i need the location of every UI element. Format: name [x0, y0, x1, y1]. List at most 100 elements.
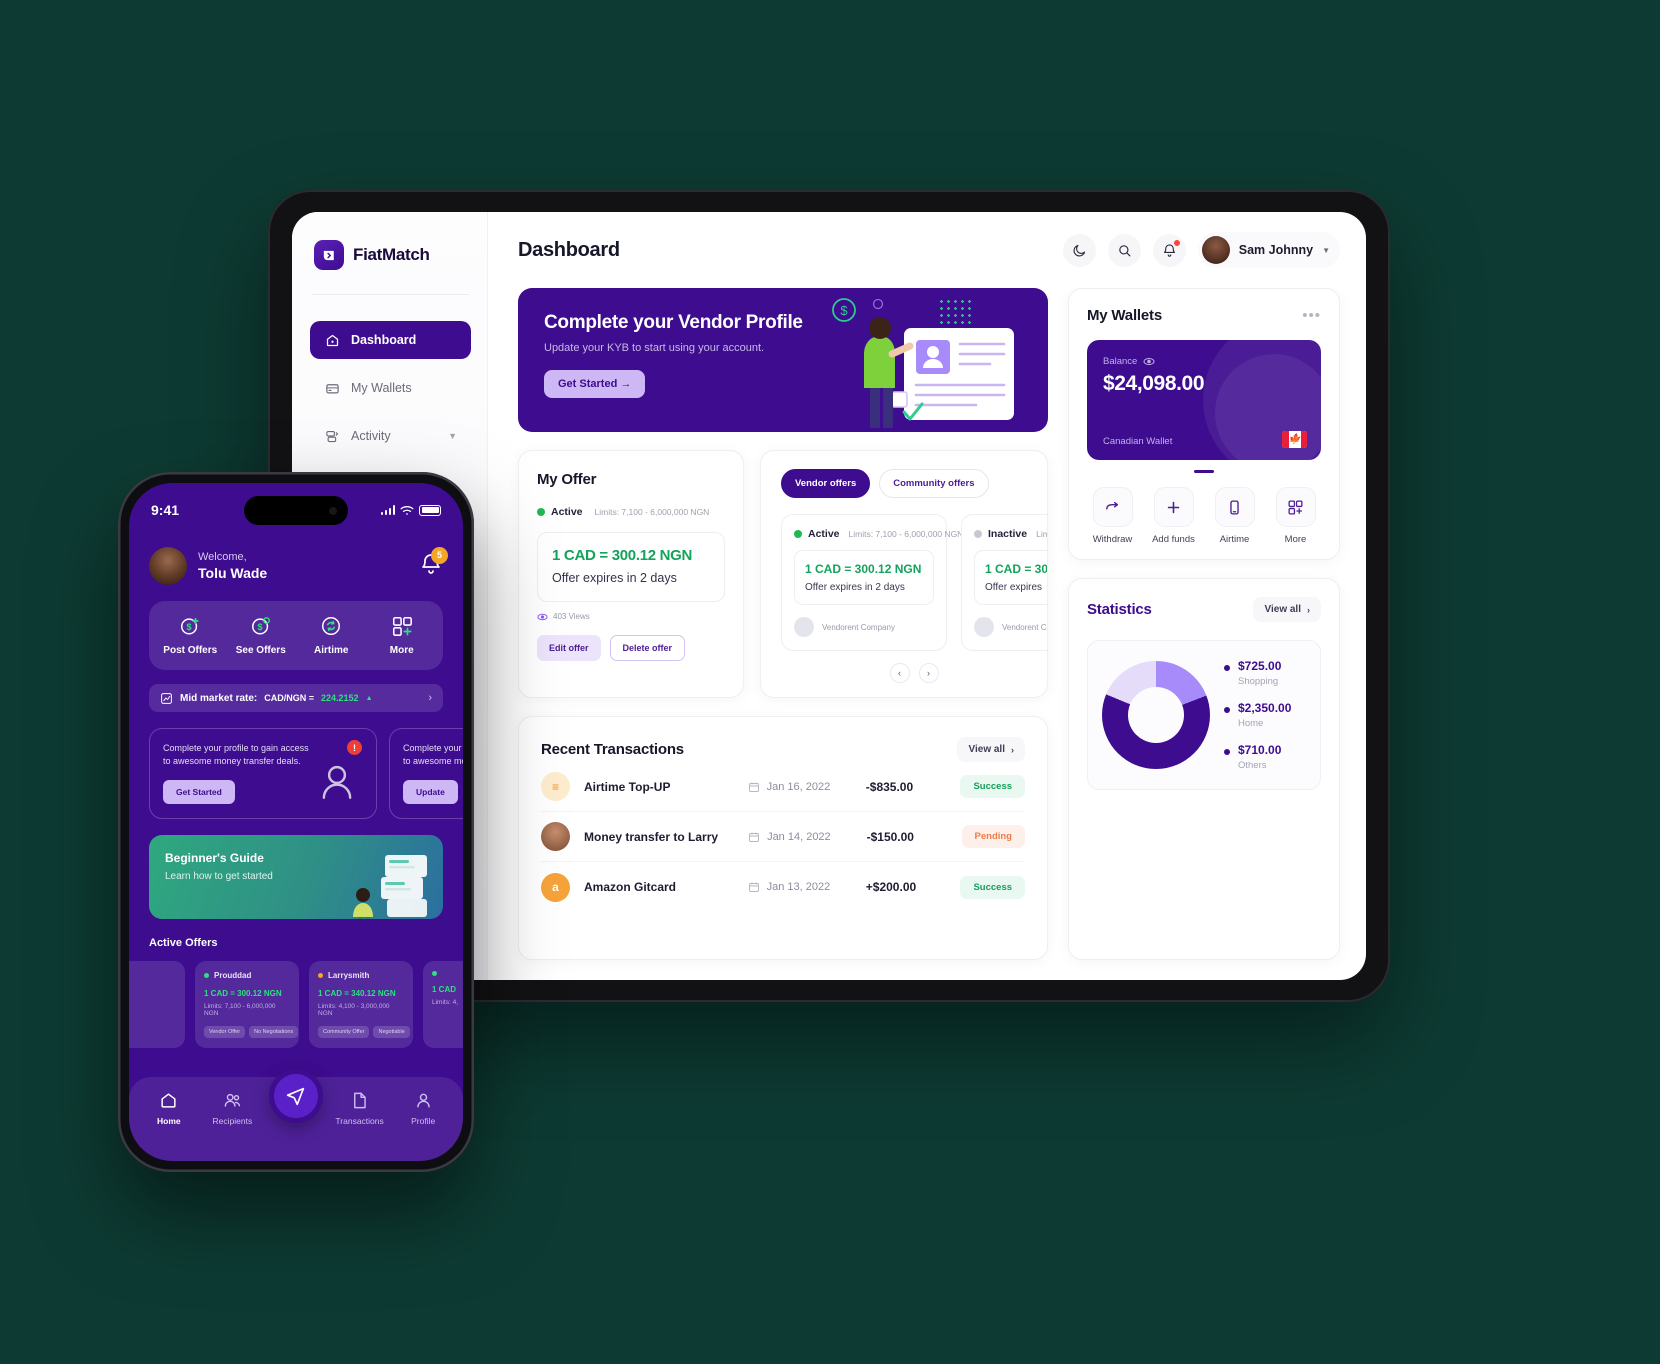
active-offers-title: Active Offers	[149, 937, 218, 950]
dollar-eye-icon: $	[251, 617, 270, 635]
offer-rate: 1 CAD = 340.12 NGN	[318, 989, 396, 999]
airtime-button[interactable]: Airtime	[296, 615, 367, 656]
user-icon	[316, 761, 358, 808]
chevron-down-icon: ▼	[448, 431, 457, 441]
carousel-next-button[interactable]: ›	[918, 663, 939, 683]
offer-card[interactable]: Prouddad 1 CAD = 300.12 NGN Limits: 7,10…	[195, 961, 299, 1049]
legend-label: Others	[1238, 760, 1267, 771]
banner-illustration: $	[786, 288, 1036, 432]
get-started-button[interactable]: Get Started →	[544, 370, 646, 398]
more-button[interactable]: More	[367, 615, 438, 656]
sidebar-item-activity[interactable]: Activity ▼	[310, 417, 471, 455]
warning-icon: !	[347, 740, 362, 755]
promo-cards: Complete your profile to gain access to …	[129, 712, 463, 820]
action-label: Add funds	[1152, 534, 1195, 545]
nav-profile[interactable]: Profile	[391, 1091, 455, 1126]
wallet-balance-tile[interactable]: Balance $24,098.00 Canadian Wallet 🍁	[1087, 340, 1321, 460]
right-column: My Wallets ••• Balance $24,098.00 Canadi…	[1068, 288, 1340, 960]
sidebar-item-dashboard[interactable]: Dashboard	[310, 321, 471, 359]
offer-rate: 1 CAD	[432, 985, 457, 995]
tab-vendor-offers[interactable]: Vendor offers	[781, 469, 871, 498]
offers-tabs: Vendor offers Community offers	[781, 469, 1047, 498]
nav-home[interactable]: Home	[137, 1091, 201, 1126]
offer-expiry: Offer expires	[985, 582, 1043, 593]
offer-expiry: Offer expires in 2 days	[552, 571, 677, 585]
offer-card[interactable]: Inactive Limits 1 CAD = 300 Offer expire…	[961, 514, 1047, 651]
fiatmatch-logo-icon	[314, 240, 344, 270]
add-funds-button[interactable]: Add funds	[1148, 487, 1199, 545]
legend-item: $725.00 Shopping	[1224, 659, 1291, 687]
nav-send-fab[interactable]	[264, 1069, 328, 1123]
calendar-icon	[749, 832, 760, 842]
promo-text: Complete your profile to gain access to …	[163, 743, 309, 767]
wallet-pager[interactable]	[1087, 470, 1321, 473]
offers-carousel: Active Limits: 7,100 - 6,000,000 NGN 1 C…	[781, 514, 1047, 651]
transactions-view-all-button[interactable]: View all ›	[957, 737, 1025, 762]
statistics-header: Statistics View all ›	[1087, 597, 1321, 622]
sidebar-item-my-wallets[interactable]: My Wallets	[310, 369, 471, 407]
balance-label-row: Balance	[1103, 356, 1305, 367]
promo-button[interactable]: Get Started	[163, 780, 235, 805]
table-row[interactable]: ≡ Airtime Top-UP Jan 16, 2022 -$835.00 S…	[541, 762, 1026, 812]
my-offer-card: My Offer Active Limits: 7,100 - 6,000,00…	[518, 450, 744, 698]
search-icon[interactable]	[1107, 233, 1141, 267]
status-dot-icon	[204, 973, 209, 979]
mockup-stage: FiatMatch Dashboard My Wallets Activity …	[0, 0, 1660, 1364]
more-options-icon[interactable]: •••	[1302, 307, 1321, 324]
offers-panel: Vendor offers Community offers Active Li…	[760, 450, 1048, 698]
topbar: Dashboard Sam Johnny ▼	[488, 212, 1366, 288]
promo-button[interactable]: Update	[403, 780, 458, 805]
offer-rate: NGN	[129, 985, 176, 994]
chevron-right-icon: ›	[1307, 604, 1310, 615]
promo-card[interactable]: Complete your profile to gain access to …	[149, 728, 377, 820]
statistics-view-all-button[interactable]: View all ›	[1253, 597, 1321, 622]
bell-icon[interactable]: 5	[419, 546, 448, 581]
view-all-label: View all	[1264, 604, 1301, 615]
main-area: Dashboard Sam Johnny ▼ Complete your Ven…	[488, 212, 1366, 980]
promo-card[interactable]: Complete your profile to gain access to …	[389, 728, 463, 820]
withdraw-button[interactable]: Withdraw	[1087, 487, 1138, 545]
tab-community-offers[interactable]: Community offers	[879, 469, 989, 498]
nav-transactions[interactable]: Transactions	[328, 1091, 392, 1126]
delete-offer-button[interactable]: Delete offer	[609, 635, 686, 661]
table-row[interactable]: Money transfer to Larry Jan 14, 2022 -$1…	[541, 812, 1025, 862]
offer-card[interactable]: 1 CAD Limits: 4,	[423, 961, 463, 1049]
action-label: See Offers	[235, 645, 286, 656]
nav-label: Home	[156, 1116, 181, 1126]
table-row[interactable]: a Amazon Gitcard Jan 13, 2022 +$200.00 S…	[541, 862, 1026, 912]
see-offers-button[interactable]: $ See Offers	[226, 615, 297, 656]
mid-market-rate-bar[interactable]: Mid market rate: CAD/NGN = 224.2152 ▲ ›	[149, 684, 443, 712]
transaction-date: Jan 16, 2022	[748, 781, 852, 793]
notification-count: 5	[431, 546, 448, 564]
carousel-prev-button[interactable]: ‹	[889, 663, 910, 683]
quick-actions: $ Post Offers $ See Offers Airtime More	[149, 601, 443, 670]
bell-icon[interactable]	[1152, 233, 1186, 267]
more-button[interactable]: More	[1270, 487, 1321, 545]
offer-limits: 000 NGN	[129, 999, 176, 1006]
offer-views: 403 Views	[537, 612, 725, 621]
user-menu[interactable]: Sam Johnny ▼	[1197, 232, 1340, 268]
rate-pair: CAD/NGN =	[264, 693, 315, 703]
avatar	[149, 547, 187, 585]
nav-recipients[interactable]: Recipients	[201, 1091, 265, 1126]
transaction-amount: -$150.00	[866, 829, 914, 844]
beginners-guide-card[interactable]: Beginner's Guide Learn how to get starte…	[149, 835, 443, 920]
topbar-actions: Sam Johnny ▼	[1062, 232, 1340, 268]
people-icon	[224, 1093, 241, 1107]
chevron-right-icon: ›	[428, 692, 432, 704]
offer-card[interactable]: Larrysmith 1 CAD = 340.12 NGN Limits: 4,…	[309, 961, 413, 1049]
calendar-icon	[748, 882, 759, 892]
offer-card[interactable]: NGN 000 NGN endation	[129, 961, 185, 1049]
offer-card[interactable]: Active Limits: 7,100 - 6,000,000 NGN 1 C…	[781, 514, 963, 651]
edit-offer-button[interactable]: Edit offer	[537, 635, 601, 661]
action-label: More	[389, 645, 414, 656]
sidebar-item-label: My Wallets	[351, 381, 412, 395]
grid-plus-icon	[392, 616, 412, 636]
airtime-button[interactable]: Airtime	[1209, 487, 1260, 545]
my-wallets-card: My Wallets ••• Balance $24,098.00 Canadi…	[1068, 288, 1340, 560]
post-offers-button[interactable]: $ Post Offers	[155, 615, 226, 656]
trend-up-icon: ▲	[365, 694, 373, 702]
moon-icon[interactable]	[1062, 233, 1096, 267]
phone-content: Welcome, Tolu Wade 5 $ Post Offers $ See…	[129, 483, 463, 1161]
svg-text:$: $	[840, 303, 848, 318]
